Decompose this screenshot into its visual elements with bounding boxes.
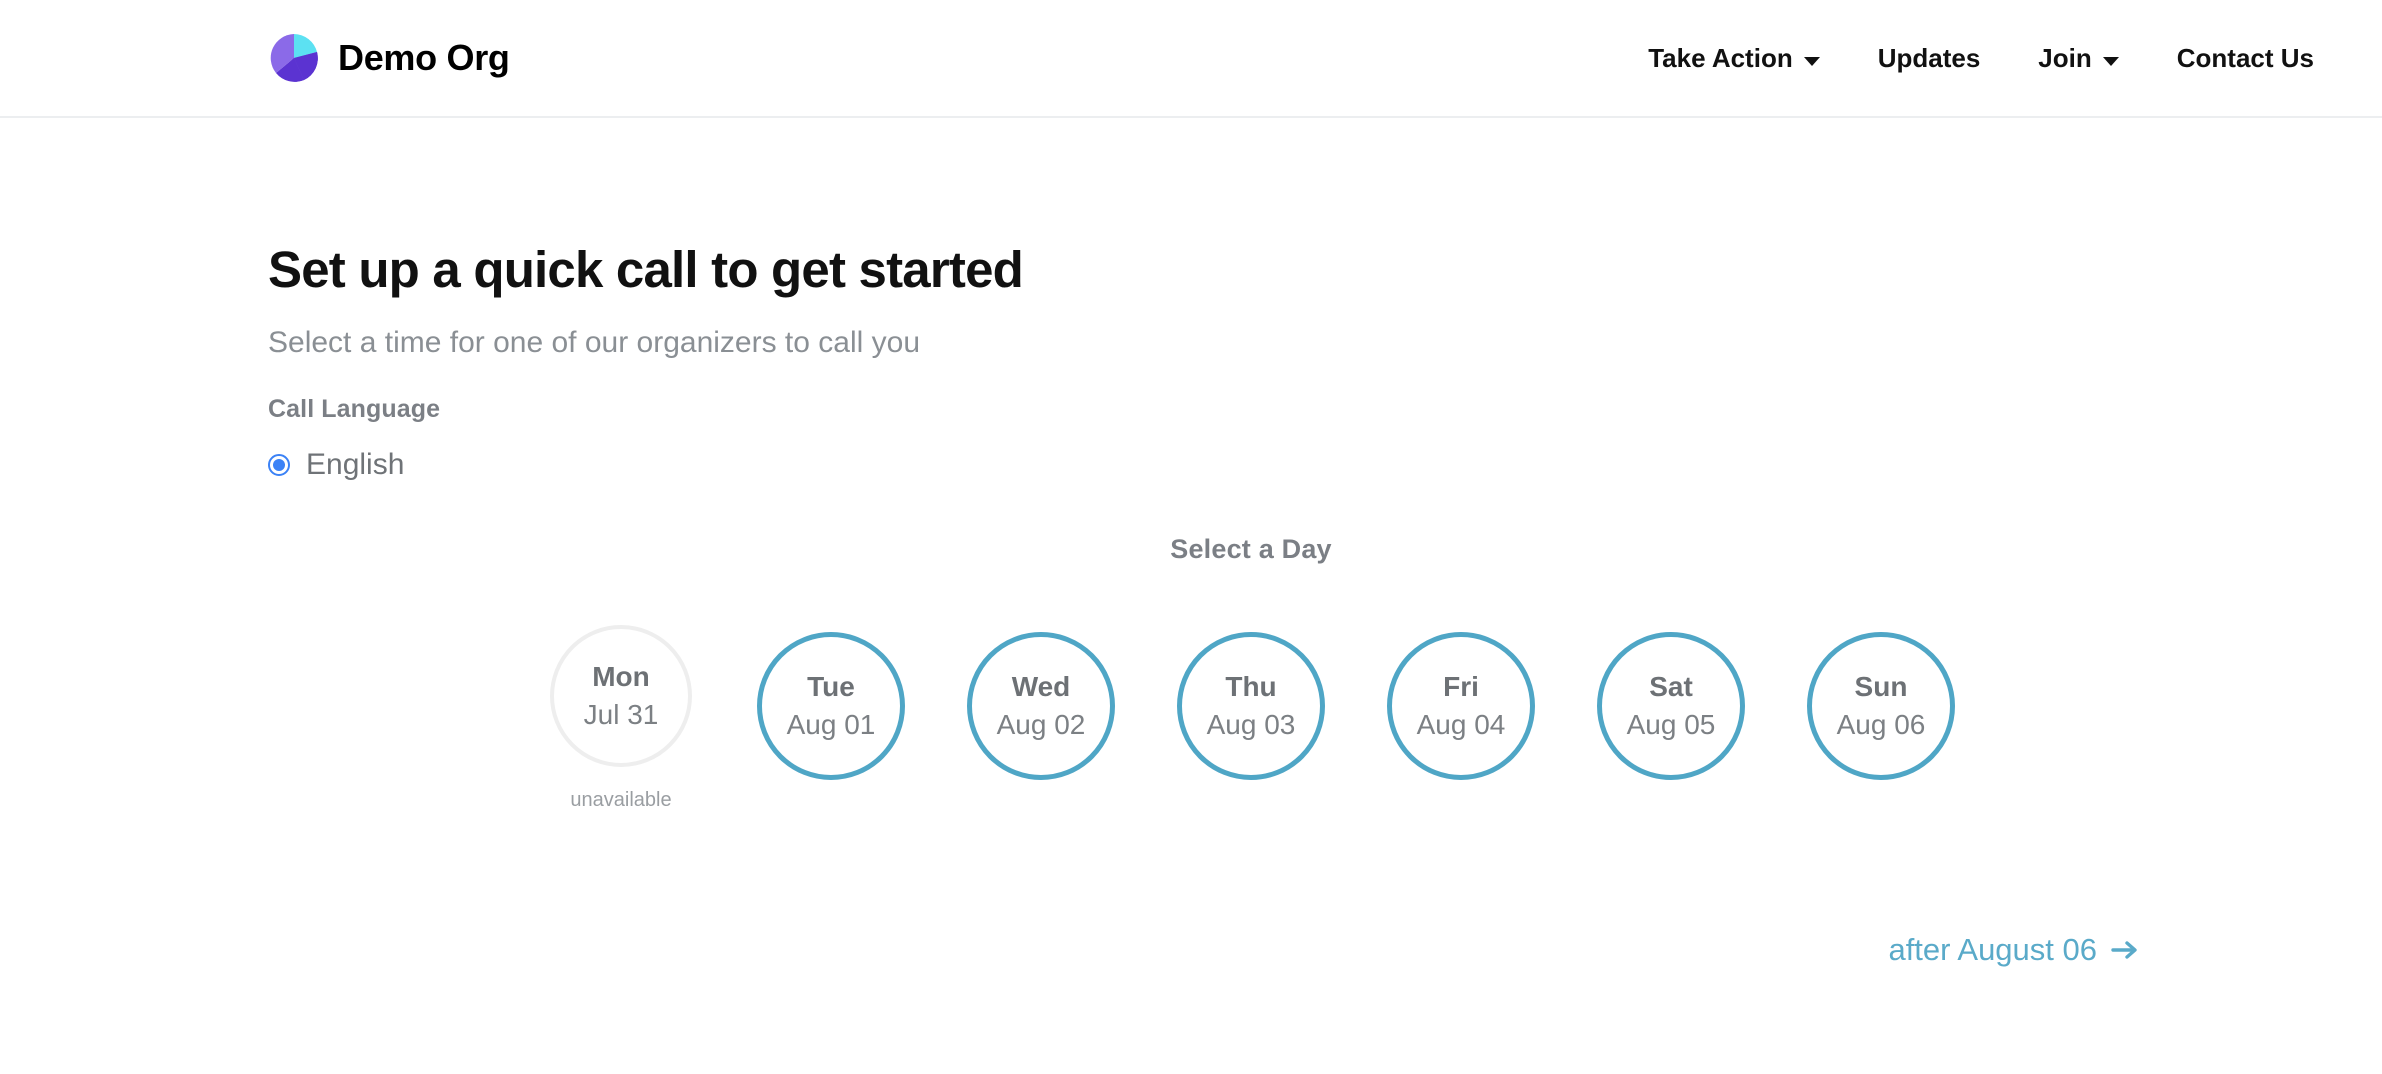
day-option-sun[interactable]: Sun Aug 06 [1806, 625, 1956, 780]
day-date: Jul 31 [583, 698, 659, 730]
day-option-sat[interactable]: Sat Aug 05 [1596, 625, 1746, 780]
day-option-wed[interactable]: Wed Aug 02 [966, 625, 1116, 780]
day-dow: Fri [1443, 670, 1479, 702]
brand-home-link[interactable]: Demo Org [268, 32, 510, 84]
day-option-thu[interactable]: Thu Aug 03 [1176, 625, 1326, 780]
day-picker: Select a Day Mon Jul 31 unavailable Tue … [268, 480, 2314, 812]
day-option-mon: Mon Jul 31 unavailable [546, 624, 696, 812]
page-subtitle: Select a time for one of our organizers … [268, 325, 921, 359]
day-dow: Wed [1011, 670, 1071, 702]
nav-item-take-action[interactable]: Take Action [1619, 43, 1848, 74]
call-language-label: Call Language [268, 394, 441, 423]
nav-item-label: Take Action [1648, 42, 1793, 73]
day-unavailable-note: unavailable [570, 788, 672, 811]
call-language-radio-group: English [268, 424, 2314, 480]
day-picker-heading: Select a Day [1170, 533, 1332, 564]
main-nav: Take Action Updates Join Contact Us [1619, 43, 2314, 74]
next-week-row: after August 06 [268, 812, 2314, 968]
after-date-link[interactable]: after August 06 [1888, 932, 2139, 968]
day-circle[interactable]: Wed Aug 02 [967, 631, 1115, 780]
nav-item-join[interactable]: Join [2009, 43, 2147, 74]
chevron-down-icon [1803, 56, 1820, 66]
nav-item-contact-us[interactable]: Contact Us [2148, 43, 2314, 74]
main-content: Set up a quick call to get started Selec… [0, 118, 2382, 968]
day-dow: Sun [1854, 670, 1908, 702]
nav-item-label: Contact Us [2176, 42, 2314, 73]
day-date: Aug 03 [1206, 708, 1296, 740]
chevron-down-icon [2102, 56, 2119, 66]
day-circle[interactable]: Tue Aug 01 [757, 631, 905, 780]
day-dow: Thu [1225, 670, 1277, 702]
radio-indicator[interactable] [268, 453, 290, 476]
radio-option-english[interactable]: English [268, 447, 2314, 481]
day-date: Aug 04 [1416, 708, 1506, 740]
nav-item-label: Updates [1877, 42, 1981, 73]
nav-item-updates[interactable]: Updates [1849, 43, 2010, 74]
day-date: Aug 06 [1836, 708, 1926, 740]
day-dow: Mon [592, 660, 650, 692]
nav-item-label: Join [2038, 42, 2092, 73]
day-circle[interactable]: Thu Aug 03 [1177, 631, 1325, 780]
day-dow: Sat [1649, 670, 1693, 702]
day-date: Aug 02 [996, 708, 1086, 740]
day-date: Aug 01 [786, 708, 876, 740]
day-circle[interactable]: Sun Aug 06 [1807, 631, 1955, 780]
after-date-label: after August 06 [1888, 931, 2097, 967]
day-date: Aug 05 [1626, 708, 1716, 740]
pie-chart-logo-icon [270, 34, 318, 82]
day-circle[interactable]: Sat Aug 05 [1597, 631, 1745, 780]
day-circle[interactable]: Fri Aug 04 [1387, 631, 1535, 780]
page-title: Set up a quick call to get started [268, 241, 1024, 298]
day-list: Mon Jul 31 unavailable Tue Aug 01 Wed Au… [268, 565, 2314, 812]
brand-name: Demo Org [338, 37, 510, 78]
radio-option-label: English [306, 447, 405, 481]
day-circle: Mon Jul 31 [550, 624, 692, 767]
day-option-tue[interactable]: Tue Aug 01 [756, 625, 906, 780]
day-dow: Tue [807, 670, 855, 702]
site-header: Demo Org Take Action Updates Join Contac… [0, 0, 2382, 118]
day-option-fri[interactable]: Fri Aug 04 [1386, 625, 1536, 780]
arrow-right-icon [2111, 940, 2137, 959]
